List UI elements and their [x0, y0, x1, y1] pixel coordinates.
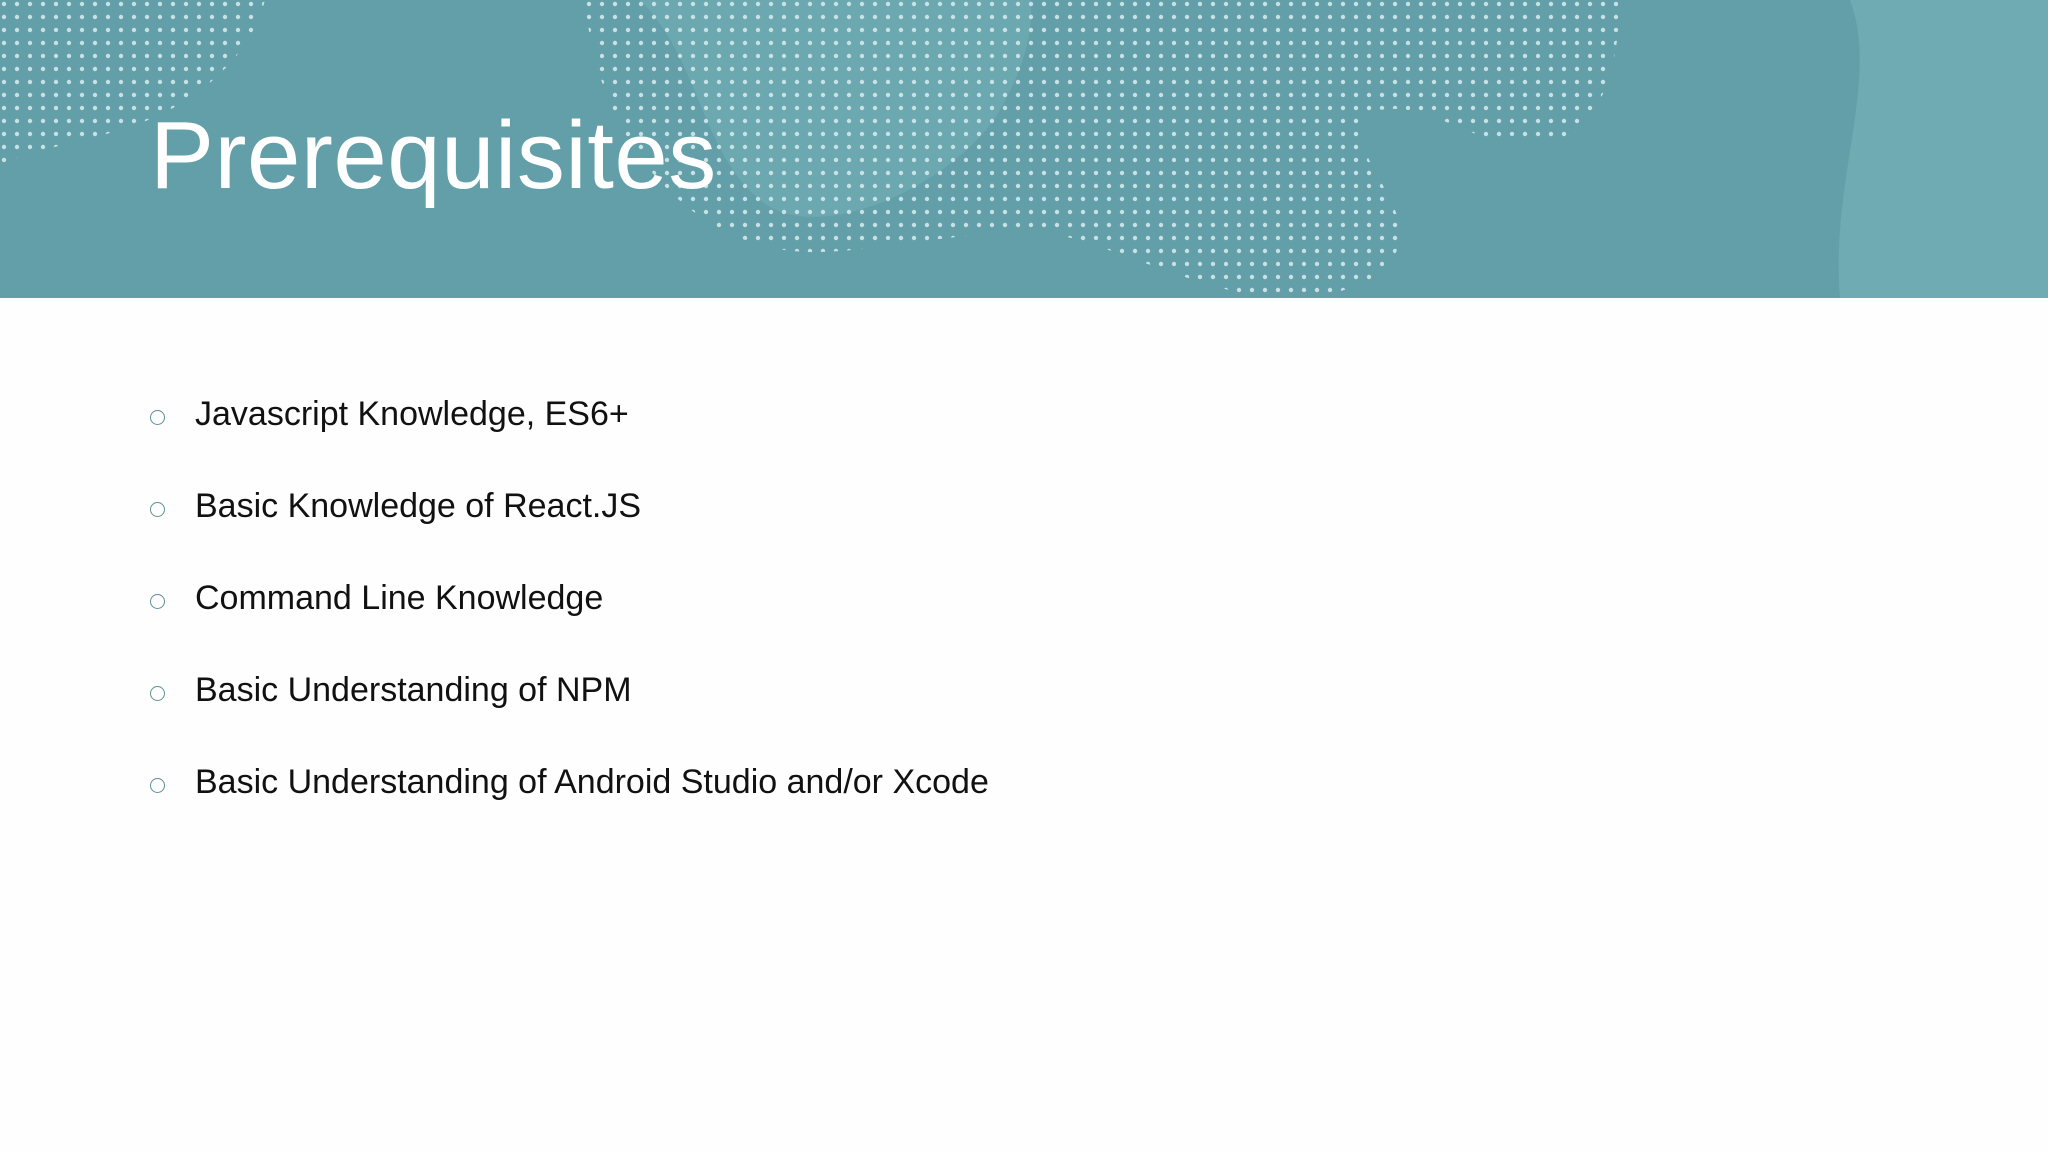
hollow-circle-bullet-icon [150, 409, 165, 425]
list-item-text: Javascript Knowledge, ES6+ [195, 394, 629, 433]
list-item-text: Basic Understanding of NPM [195, 670, 632, 709]
list-item: Basic Knowledge of React.JS [150, 460, 989, 552]
title-banner: Prerequisites [0, 0, 2048, 298]
list-item-text: Basic Knowledge of React.JS [195, 486, 642, 525]
list-item: Javascript Knowledge, ES6+ [150, 368, 989, 460]
list-item-text: Basic Understanding of Android Studio an… [195, 762, 989, 801]
list-item: Basic Understanding of NPM [150, 644, 989, 736]
hollow-circle-bullet-icon [150, 777, 165, 793]
hollow-circle-bullet-icon [150, 501, 165, 517]
page-title: Prerequisites [150, 102, 717, 209]
slide: Prerequisites Javascript Knowledge, ES6+… [0, 0, 2048, 1152]
list-item: Command Line Knowledge [150, 552, 989, 644]
hollow-circle-bullet-icon [150, 685, 165, 701]
list-item-text: Command Line Knowledge [195, 578, 604, 617]
list-item: Basic Understanding of Android Studio an… [150, 736, 989, 828]
hollow-circle-bullet-icon [150, 593, 165, 609]
prerequisites-list: Javascript Knowledge, ES6+ Basic Knowled… [150, 368, 989, 828]
